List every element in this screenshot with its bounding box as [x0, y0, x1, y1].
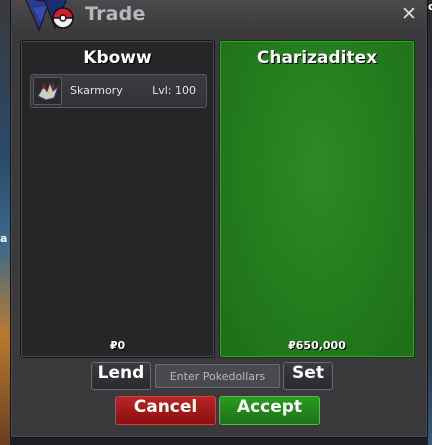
partner-offer-panel: Charizaditex ₽650,000	[219, 40, 415, 358]
background-right-text: c	[428, 0, 432, 13]
background-left-text: a	[0, 232, 8, 245]
game-screen: a c Trade ✕ Kboww Skarmory Lvl: 100 ₽0 C…	[0, 0, 432, 445]
close-icon[interactable]: ✕	[399, 3, 419, 25]
accept-button[interactable]: Accept	[219, 396, 320, 425]
cancel-button[interactable]: Cancel	[115, 396, 216, 425]
background-left-edge	[0, 0, 10, 445]
trade-window: Trade ✕ Kboww Skarmory Lvl: 100 ₽0 Chari…	[10, 0, 428, 438]
my-money-offer: ₽0	[109, 339, 126, 352]
skarmory-sprite-icon	[33, 77, 62, 105]
offered-pokemon-slot[interactable]: Skarmory Lvl: 100	[30, 74, 207, 108]
my-offer-panel: Kboww Skarmory Lvl: 100 ₽0	[20, 40, 215, 358]
partner-player-name: Charizaditex	[256, 48, 378, 68]
pokemon-name: Skarmory	[70, 84, 123, 97]
pokedollar-input[interactable]	[155, 364, 280, 388]
lend-button[interactable]: Lend	[91, 362, 151, 390]
my-player-name: Kboww	[83, 48, 152, 68]
window-title: Trade	[85, 3, 146, 25]
pokemon-trainer-logo-icon	[25, 0, 74, 32]
pokemon-level: Lvl: 100	[152, 84, 196, 97]
background-right-edge	[428, 0, 432, 445]
partner-money-offer: ₽650,000	[288, 339, 346, 352]
set-money-button[interactable]: Set	[283, 362, 333, 390]
